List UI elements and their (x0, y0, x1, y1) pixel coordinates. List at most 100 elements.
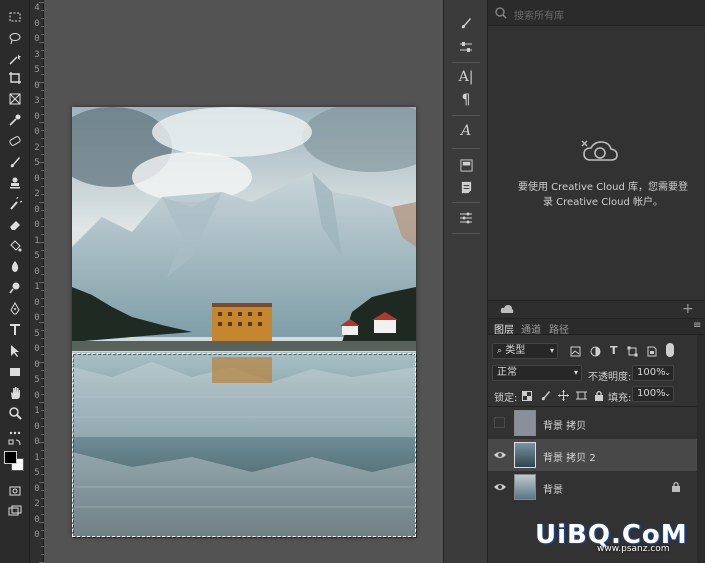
lock-position-icon[interactable] (558, 390, 569, 401)
library-search-bar[interactable]: 搜索所有库 (488, 0, 705, 26)
ruler-tick (39, 322, 44, 323)
properties-icon[interactable] (456, 209, 476, 227)
magic-wand-icon[interactable] (5, 50, 25, 68)
ruler-tick (41, 354, 44, 355)
quick-mask-icon[interactable] (5, 482, 25, 500)
layer-filter-select[interactable]: ⌕ 类型 ▾ (492, 343, 558, 359)
blend-mode-select[interactable]: 正常 ▾ (492, 365, 582, 381)
canvas-area[interactable] (45, 0, 443, 563)
zoom-icon[interactable] (5, 404, 25, 422)
fill-input[interactable]: 100% ⌄ (632, 386, 674, 402)
hand-icon[interactable] (5, 384, 25, 402)
ruler-tick (41, 66, 44, 67)
tab-channels[interactable]: 通道 (521, 321, 541, 336)
ruler-tick (41, 258, 44, 259)
document-canvas[interactable] (72, 107, 416, 537)
filter-toggle-icon[interactable] (666, 343, 674, 357)
add-library-icon[interactable]: + (682, 301, 694, 317)
adjustment-filter-icon[interactable] (590, 346, 601, 357)
lock-artboard-icon[interactable] (576, 390, 587, 401)
character-icon[interactable]: A| (456, 68, 476, 86)
ruler-number: 0 (34, 514, 40, 525)
opacity-input[interactable]: 100% ⌄ (632, 365, 674, 381)
layer-row[interactable]: 背景 拷贝 2 (488, 439, 697, 471)
ruler-tick (41, 34, 44, 35)
ruler-number: 0 (34, 390, 40, 401)
panel-menu-icon[interactable]: ≡ (693, 320, 701, 331)
tab-layers[interactable]: 图层 (494, 321, 514, 336)
lock-all-icon[interactable] (594, 390, 604, 401)
layer-filter-value: 类型 (505, 345, 526, 356)
lake-mountain-photo (72, 107, 416, 537)
paragraph-icon[interactable]: ¶ (456, 91, 476, 109)
dock-divider (452, 115, 480, 116)
ruler-tick (41, 338, 44, 339)
ruler-tick (41, 58, 44, 59)
ruler-tick (41, 538, 44, 539)
library-search-placeholder[interactable]: 搜索所有库 (514, 7, 564, 22)
libraries-icon[interactable] (456, 156, 476, 174)
shape-filter-icon[interactable] (627, 346, 638, 357)
eraser-icon[interactable] (5, 216, 25, 234)
brush-icon[interactable] (5, 153, 25, 171)
eyedropper-icon[interactable] (5, 111, 25, 129)
stamp-icon[interactable] (5, 174, 25, 192)
screen-mode-icon[interactable] (5, 502, 25, 520)
library-footer: + (488, 300, 705, 318)
type-icon[interactable] (5, 321, 25, 339)
frame-icon[interactable] (5, 90, 25, 108)
visibility-toggle-empty[interactable] (494, 417, 505, 428)
adjustments-sliders-icon[interactable] (456, 38, 476, 56)
crop-icon[interactable] (5, 69, 25, 87)
dodge-icon[interactable] (5, 279, 25, 297)
ruler-tick (41, 170, 44, 171)
layer-name[interactable]: 背景 (543, 481, 563, 496)
type-filter-icon[interactable]: T (610, 344, 618, 357)
path-select-icon[interactable] (5, 342, 25, 360)
layer-name[interactable]: 背景 拷贝 2 (543, 449, 596, 464)
lock-fill-row: 锁定: 填充: 100% ⌄ (488, 386, 705, 406)
tab-paths[interactable]: 路径 (549, 321, 569, 336)
swap-colors-icon[interactable] (5, 438, 25, 448)
cloud-sync-icon[interactable] (500, 304, 514, 314)
notes-icon[interactable] (456, 178, 476, 196)
layer-name[interactable]: 背景 拷贝 (543, 417, 586, 432)
rectangle-icon[interactable] (5, 363, 25, 381)
smart-object-filter-icon[interactable] (646, 346, 657, 357)
blend-opacity-row: 正常 ▾ 不透明度: 100% ⌄ (488, 363, 705, 383)
marquee-icon[interactable] (5, 8, 25, 26)
pen-icon[interactable] (5, 300, 25, 318)
eye-icon[interactable] (494, 481, 506, 493)
foreground-color-swatch[interactable] (4, 451, 17, 464)
ruler-number: 5 (34, 251, 40, 261)
layer-thumbnail (514, 442, 536, 468)
ruler-tick (39, 362, 44, 363)
right-panel: 搜索所有库 要使用 Creative Cloud 库，您需要登 录 Creati… (488, 0, 705, 563)
eye-icon[interactable] (494, 449, 506, 461)
ruler-tick (41, 266, 44, 267)
healing-brush-icon[interactable] (5, 132, 25, 150)
bucket-icon[interactable] (5, 237, 25, 255)
history-brush-icon[interactable] (5, 195, 25, 213)
lasso-icon[interactable] (5, 29, 25, 47)
ruler-tick (41, 130, 44, 131)
ruler-tick (41, 314, 44, 315)
layer-row[interactable]: 背景 (488, 471, 697, 503)
brush-settings-icon[interactable] (456, 14, 476, 32)
lock-pixels-icon[interactable] (540, 390, 551, 401)
blur-icon[interactable] (5, 258, 25, 276)
ruler-number: 2 (34, 142, 40, 153)
glyphs-icon[interactable]: A (456, 122, 476, 140)
ruler-tick (41, 410, 44, 411)
ruler-tick (39, 202, 44, 203)
ruler-number: 0 (34, 173, 40, 184)
ruler-tick (39, 82, 44, 83)
ruler-tick (41, 458, 44, 459)
pixel-filter-icon[interactable] (570, 346, 581, 357)
lock-transparent-icon[interactable] (522, 391, 532, 401)
layer-row[interactable]: 背景 拷贝 (488, 407, 697, 439)
ruler-number: 0 (34, 18, 40, 29)
layers-scrollbar[interactable] (697, 335, 705, 563)
ruler-tick (41, 394, 44, 395)
ruler-tick (39, 2, 44, 3)
